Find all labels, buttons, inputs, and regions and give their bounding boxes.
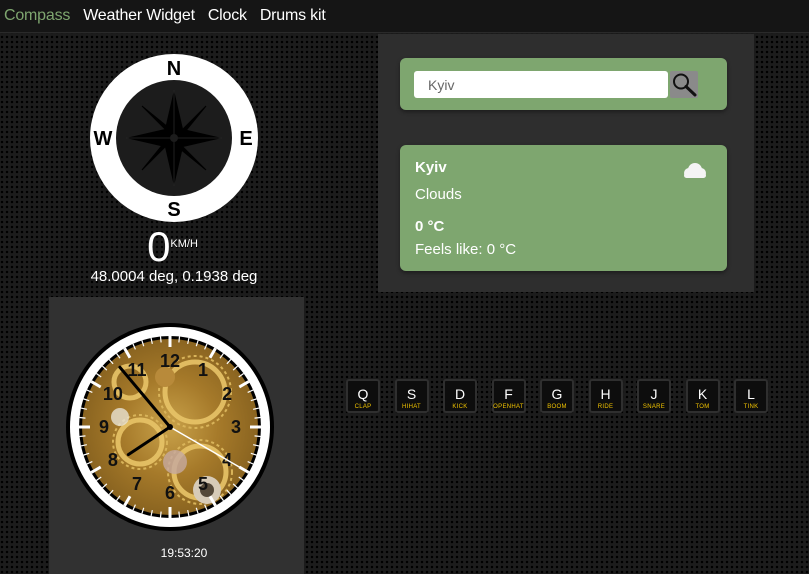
clock-number-10: 10 <box>103 384 123 404</box>
drum-key-sound: TOM <box>695 404 710 410</box>
compass-north: N <box>167 58 181 80</box>
weather-description: Clouds <box>415 186 462 203</box>
drum-key-l[interactable]: L TINK <box>734 379 768 413</box>
drum-key-k[interactable]: K TOM <box>685 379 720 413</box>
clock-number-2: 2 <box>222 384 232 404</box>
compass-south: S <box>167 199 180 221</box>
city-search-input[interactable] <box>414 71 668 98</box>
compass-east: E <box>239 128 252 150</box>
search-icon <box>673 73 697 97</box>
compass-west: W <box>94 128 113 150</box>
drum-key-letter: D <box>454 386 466 402</box>
drum-key-h[interactable]: H RIDE <box>588 379 623 413</box>
weather-feels-like: Feels like: 0 °C <box>415 241 517 258</box>
nav-weather-widget[interactable]: Weather Widget <box>83 7 195 25</box>
drum-key-sound: OPENHAT <box>493 404 524 410</box>
clock-number-6: 6 <box>165 483 175 503</box>
drum-key-g[interactable]: G BOOM <box>540 379 574 413</box>
nav-clock[interactable]: Clock <box>208 7 247 25</box>
drum-key-q[interactable]: Q CLAP <box>346 379 380 413</box>
drum-key-letter: H <box>600 386 611 402</box>
drum-key-letter: G <box>551 386 563 402</box>
drum-key-letter: Q <box>357 386 369 402</box>
drum-key-letter: K <box>697 386 708 402</box>
clock-number-11: 11 <box>127 360 146 380</box>
weather-city: Kyiv <box>415 159 447 176</box>
drum-key-f[interactable]: F OPENHAT <box>491 379 526 413</box>
weather-temperature: 0 °C <box>415 218 445 235</box>
nav-compass[interactable]: Compass <box>4 7 70 25</box>
drum-key-j[interactable]: J SNARE <box>637 379 671 413</box>
weather-card: Kyiv Clouds 0 °C Feels like: 0 °C <box>400 145 727 271</box>
coordinates: 48.0004 deg, 0.1938 deg <box>90 268 258 285</box>
cloud-icon <box>684 163 706 178</box>
drum-key-letter: S <box>406 386 417 402</box>
drum-key-sound: CLAP <box>354 404 372 410</box>
speed-readout: 0KM/H <box>0 226 345 268</box>
nav-drums-kit[interactable]: Drums kit <box>260 7 326 25</box>
clock-number-1: 1 <box>198 360 208 380</box>
drum-key-sound: TINK <box>743 404 759 410</box>
compass: N E S W <box>88 52 260 224</box>
speed-value: 0 <box>147 223 171 270</box>
clock-number-5: 5 <box>198 474 208 494</box>
drum-key-letter: F <box>504 386 513 402</box>
drum-key-sound: HIHAT <box>401 404 422 410</box>
top-nav: Compass Weather Widget Clock Drums kit <box>0 0 809 33</box>
clock-number-7: 7 <box>132 474 142 494</box>
analog-clock: 12 1 2 3 4 5 6 7 8 9 10 11 <box>66 323 274 531</box>
digital-time: 19:53:20 <box>160 546 208 560</box>
weather-search-bar <box>400 58 727 110</box>
drum-key-sound: SNARE <box>642 404 666 410</box>
drum-key-letter: J <box>650 386 658 402</box>
drum-key-sound: BOOM <box>547 404 567 410</box>
clock-number-3: 3 <box>231 417 241 437</box>
clock-number-9: 9 <box>99 417 109 437</box>
drum-key-d[interactable]: D KICK <box>443 379 477 413</box>
speed-unit: KM/H <box>170 238 198 250</box>
clock-widget: 12 1 2 3 4 5 6 7 8 9 10 11 19:53:20 <box>49 297 304 574</box>
clock-number-12: 12 <box>160 351 180 371</box>
compass-rose-icon: N E S W <box>90 54 258 222</box>
search-button[interactable] <box>670 71 698 98</box>
clock-number-8: 8 <box>108 450 118 470</box>
drum-key-sound: KICK <box>452 404 468 410</box>
drums-kit: Q CLAP S HIHAT D KICK F OPENHAT G BOOM H RIDE J SNARE… <box>346 379 783 413</box>
drum-key-s[interactable]: S HIHAT <box>394 379 429 413</box>
drum-key-letter: L <box>747 386 755 402</box>
drum-key-sound: RIDE <box>597 404 614 410</box>
weather-widget: Kyiv Clouds 0 °C Feels like: 0 °C <box>378 34 754 292</box>
